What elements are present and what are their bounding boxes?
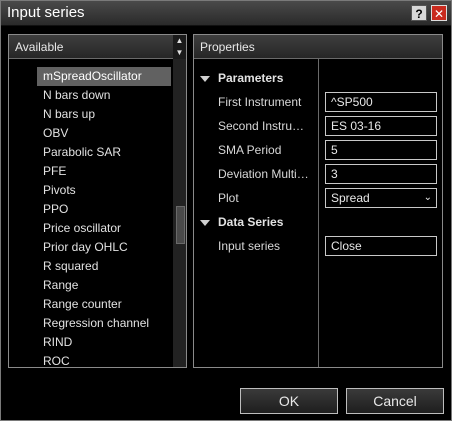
ok-button[interactable]: OK — [240, 388, 338, 414]
deviation-multiplier-field[interactable]: 3 — [325, 164, 437, 184]
sma-period-label: SMA Period — [218, 143, 282, 157]
list-item[interactable]: ROC — [37, 352, 171, 367]
list-item[interactable]: PFE — [37, 162, 171, 181]
plot-label: Plot — [218, 191, 239, 205]
parameters-section[interactable]: Parameters — [200, 68, 283, 88]
list-item[interactable]: RIND — [37, 333, 171, 352]
data-series-section[interactable]: Data Series — [200, 212, 283, 232]
plot-select-value: Spread — [331, 191, 370, 205]
plot-select[interactable]: Spread ⌄ — [325, 188, 437, 208]
chevron-down-icon[interactable]: ⌄ — [424, 189, 432, 207]
list-item[interactable]: Price oscillator — [37, 219, 171, 238]
scroll-down-arrow-icon[interactable]: ▼ — [173, 47, 186, 59]
list-item[interactable]: N bars up — [37, 105, 171, 124]
first-instrument-field[interactable]: ^SP500 — [325, 92, 437, 112]
list-item[interactable]: Regression channel — [37, 314, 171, 333]
available-header: Available — [9, 35, 186, 59]
input-series-dialog: Input series ? ✕ Available ▲ ▼ mSpreadOs… — [0, 0, 452, 421]
list-item[interactable]: N bars down — [37, 86, 171, 105]
sma-period-field[interactable]: 5 — [325, 140, 437, 160]
help-button[interactable]: ? — [411, 5, 427, 21]
first-instrument-label: First Instrument — [218, 95, 302, 109]
second-instrument-field[interactable]: ES 03-16 — [325, 116, 437, 136]
title-bar[interactable]: Input series ? ✕ — [1, 1, 451, 26]
input-series-field[interactable]: Close — [325, 236, 437, 256]
data-series-title: Data Series — [218, 215, 284, 229]
close-button[interactable]: ✕ — [431, 5, 447, 21]
available-list: mSpreadOscillator N bars down N bars up … — [9, 59, 172, 367]
list-item[interactable]: OBV — [37, 124, 171, 143]
list-item[interactable]: mSpreadOscillator — [37, 67, 171, 86]
list-item[interactable]: PPO — [37, 200, 171, 219]
list-item[interactable]: Pivots — [37, 181, 171, 200]
list-item[interactable]: Parabolic SAR — [37, 143, 171, 162]
list-item[interactable]: R squared — [37, 257, 171, 276]
list-item[interactable]: Prior day OHLC — [37, 238, 171, 257]
available-panel: Available ▲ ▼ mSpreadOscillator N bars d… — [8, 34, 187, 368]
cancel-button[interactable]: Cancel — [346, 388, 444, 414]
list-item[interactable]: Range counter — [37, 295, 171, 314]
parameters-title: Parameters — [218, 71, 284, 85]
column-divider[interactable] — [318, 59, 319, 367]
second-instrument-label: Second Instru… — [218, 119, 305, 133]
scrollbar-thumb[interactable] — [176, 206, 185, 244]
input-series-label: Input series — [218, 239, 281, 253]
properties-header: Properties — [194, 35, 442, 59]
scroll-up-arrow-icon[interactable]: ▲ — [173, 35, 186, 47]
collapse-triangle-icon[interactable] — [200, 219, 210, 226]
deviation-multiplier-label: Deviation Multi… — [218, 167, 309, 181]
collapse-triangle-icon[interactable] — [200, 75, 210, 82]
dialog-title: Input series — [7, 4, 85, 21]
properties-panel: Properties Parameters First Instrument ^… — [193, 34, 443, 368]
list-item[interactable]: Range — [37, 276, 171, 295]
